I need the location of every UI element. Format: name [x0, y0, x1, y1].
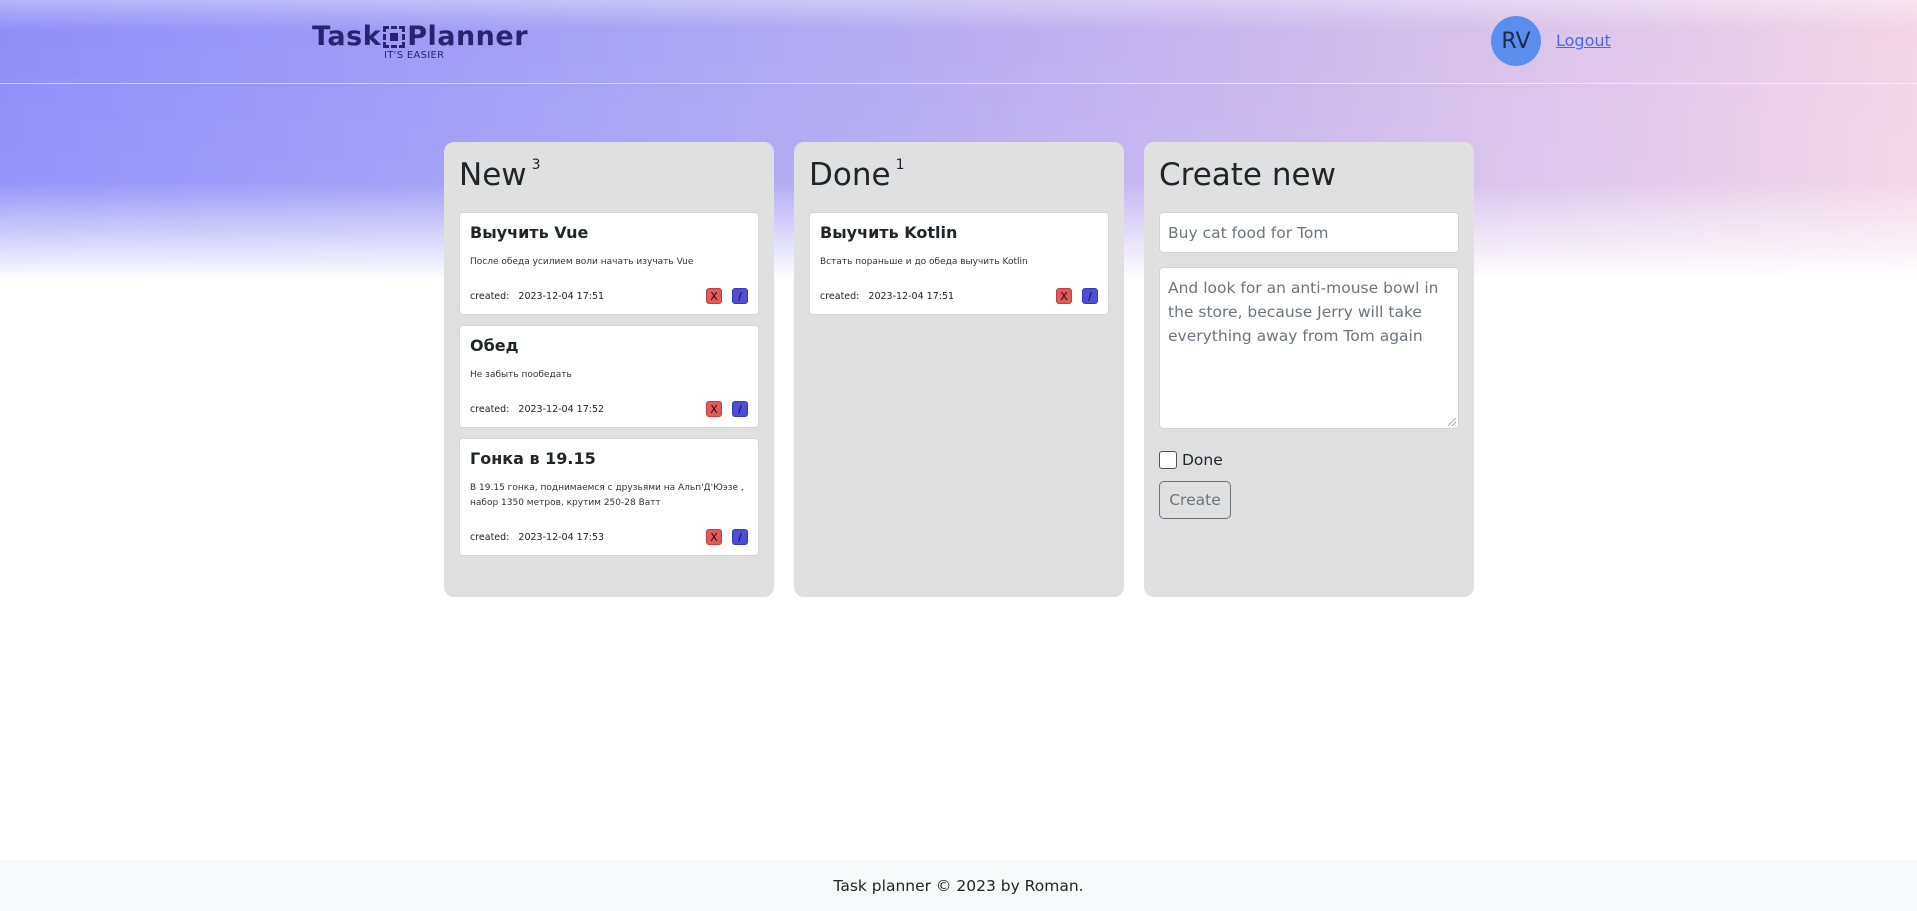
- edit-task-button[interactable]: /: [732, 401, 748, 417]
- footer-text: Task planner © 2023 by Roman.: [833, 876, 1084, 895]
- column-title-text: Done: [809, 157, 891, 193]
- app-logo[interactable]: Task Planner IT'S EASIER: [312, 22, 528, 62]
- task-created: created: 2023-12-04 17:51: [470, 291, 604, 302]
- task-created-value: 2023-12-04 17:51: [868, 290, 955, 302]
- task-title: Гонка в 19.15: [470, 449, 596, 468]
- delete-task-button[interactable]: X: [706, 288, 722, 304]
- logo-square-icon: [383, 26, 406, 48]
- column-count-badge: 3: [531, 157, 541, 173]
- done-checkbox[interactable]: [1159, 451, 1177, 469]
- task-footer: created: 2023-12-04 17:51 X /: [820, 288, 1098, 304]
- delete-task-button[interactable]: X: [1056, 288, 1072, 304]
- task-board: New 3 Выучить Vue После обеда усилием во…: [444, 142, 1474, 597]
- task-description-textarea[interactable]: And look for an anti-mouse bowl in the s…: [1159, 267, 1459, 429]
- task-title: Обед: [470, 336, 519, 355]
- task-description: Не забыть пообедать: [470, 370, 572, 380]
- logo-text-right: Planner: [407, 21, 529, 52]
- task-description: После обеда усилием воли начать изучать …: [470, 257, 694, 267]
- logout-link[interactable]: Logout: [1556, 31, 1611, 50]
- task-card: Выучить Vue После обеда усилием воли нач…: [459, 212, 759, 315]
- logo-wordmark: Task Planner: [312, 22, 528, 52]
- create-button[interactable]: Create: [1159, 481, 1231, 519]
- done-checkbox-row: Done: [1159, 451, 1459, 469]
- task-title-input[interactable]: Buy cat food for Tom: [1159, 212, 1459, 253]
- create-form-title: Create new: [1159, 156, 1459, 198]
- edit-task-button[interactable]: /: [1082, 288, 1098, 304]
- task-created: created: 2023-12-04 17:52: [470, 404, 604, 415]
- task-created-value: 2023-12-04 17:52: [518, 403, 605, 415]
- done-checkbox-label[interactable]: Done: [1182, 451, 1223, 469]
- task-title-placeholder: Buy cat food for Tom: [1168, 223, 1329, 242]
- user-avatar[interactable]: RV: [1491, 16, 1541, 66]
- create-form-title-text: Create new: [1159, 157, 1336, 193]
- resize-grip-icon[interactable]: [1448, 418, 1456, 426]
- edit-task-button[interactable]: /: [732, 529, 748, 545]
- column-new: New 3 Выучить Vue После обеда усилием во…: [444, 142, 774, 597]
- task-actions: X /: [1056, 288, 1098, 304]
- task-card: Обед Не забыть пообедать created: 2023-1…: [459, 325, 759, 428]
- column-count-badge: 1: [895, 157, 905, 173]
- task-title: Выучить Vue: [470, 223, 589, 242]
- column-done: Done 1 Выучить Kotlin Встать пораньше и …: [794, 142, 1124, 597]
- task-description-placeholder: And look for an anti-mouse bowl in the s…: [1168, 279, 1439, 345]
- logo-text-left: Task: [312, 21, 382, 52]
- task-actions: X /: [706, 529, 748, 545]
- task-footer: created: 2023-12-04 17:52 X /: [470, 401, 748, 417]
- page-footer: Task planner © 2023 by Roman.: [0, 860, 1917, 911]
- task-card: Выучить Kotlin Встать пораньше и до обед…: [809, 212, 1109, 315]
- column-title-text: New: [459, 157, 527, 193]
- task-created-label: created:: [470, 531, 510, 543]
- delete-task-button[interactable]: X: [706, 401, 722, 417]
- column-title: New 3: [459, 156, 759, 198]
- task-actions: X /: [706, 401, 748, 417]
- task-footer: created: 2023-12-04 17:51 X /: [470, 288, 748, 304]
- task-created-value: 2023-12-04 17:53: [518, 531, 605, 543]
- task-created-value: 2023-12-04 17:51: [518, 290, 605, 302]
- edit-task-button[interactable]: /: [732, 288, 748, 304]
- task-title: Выучить Kotlin: [820, 223, 958, 242]
- column-create: Create new Buy cat food for Tom And look…: [1144, 142, 1474, 597]
- task-created-label: created:: [470, 290, 510, 302]
- task-footer: created: 2023-12-04 17:53 X /: [470, 529, 748, 545]
- task-actions: X /: [706, 288, 748, 304]
- task-description: В 19.15 гонка, поднимаемся с друзьями на…: [470, 483, 744, 508]
- task-description: Встать пораньше и до обеда выучить Kotli…: [820, 257, 1028, 267]
- delete-task-button[interactable]: X: [706, 529, 722, 545]
- task-created: created: 2023-12-04 17:51: [820, 291, 954, 302]
- column-title: Done 1: [809, 156, 1109, 198]
- task-created: created: 2023-12-04 17:53: [470, 532, 604, 543]
- task-created-label: created:: [470, 403, 510, 415]
- app-header: Task Planner IT'S EASIER RV Logout: [0, 0, 1917, 84]
- task-card: Гонка в 19.15 В 19.15 гонка, поднимаемся…: [459, 438, 759, 556]
- task-created-label: created:: [820, 290, 860, 302]
